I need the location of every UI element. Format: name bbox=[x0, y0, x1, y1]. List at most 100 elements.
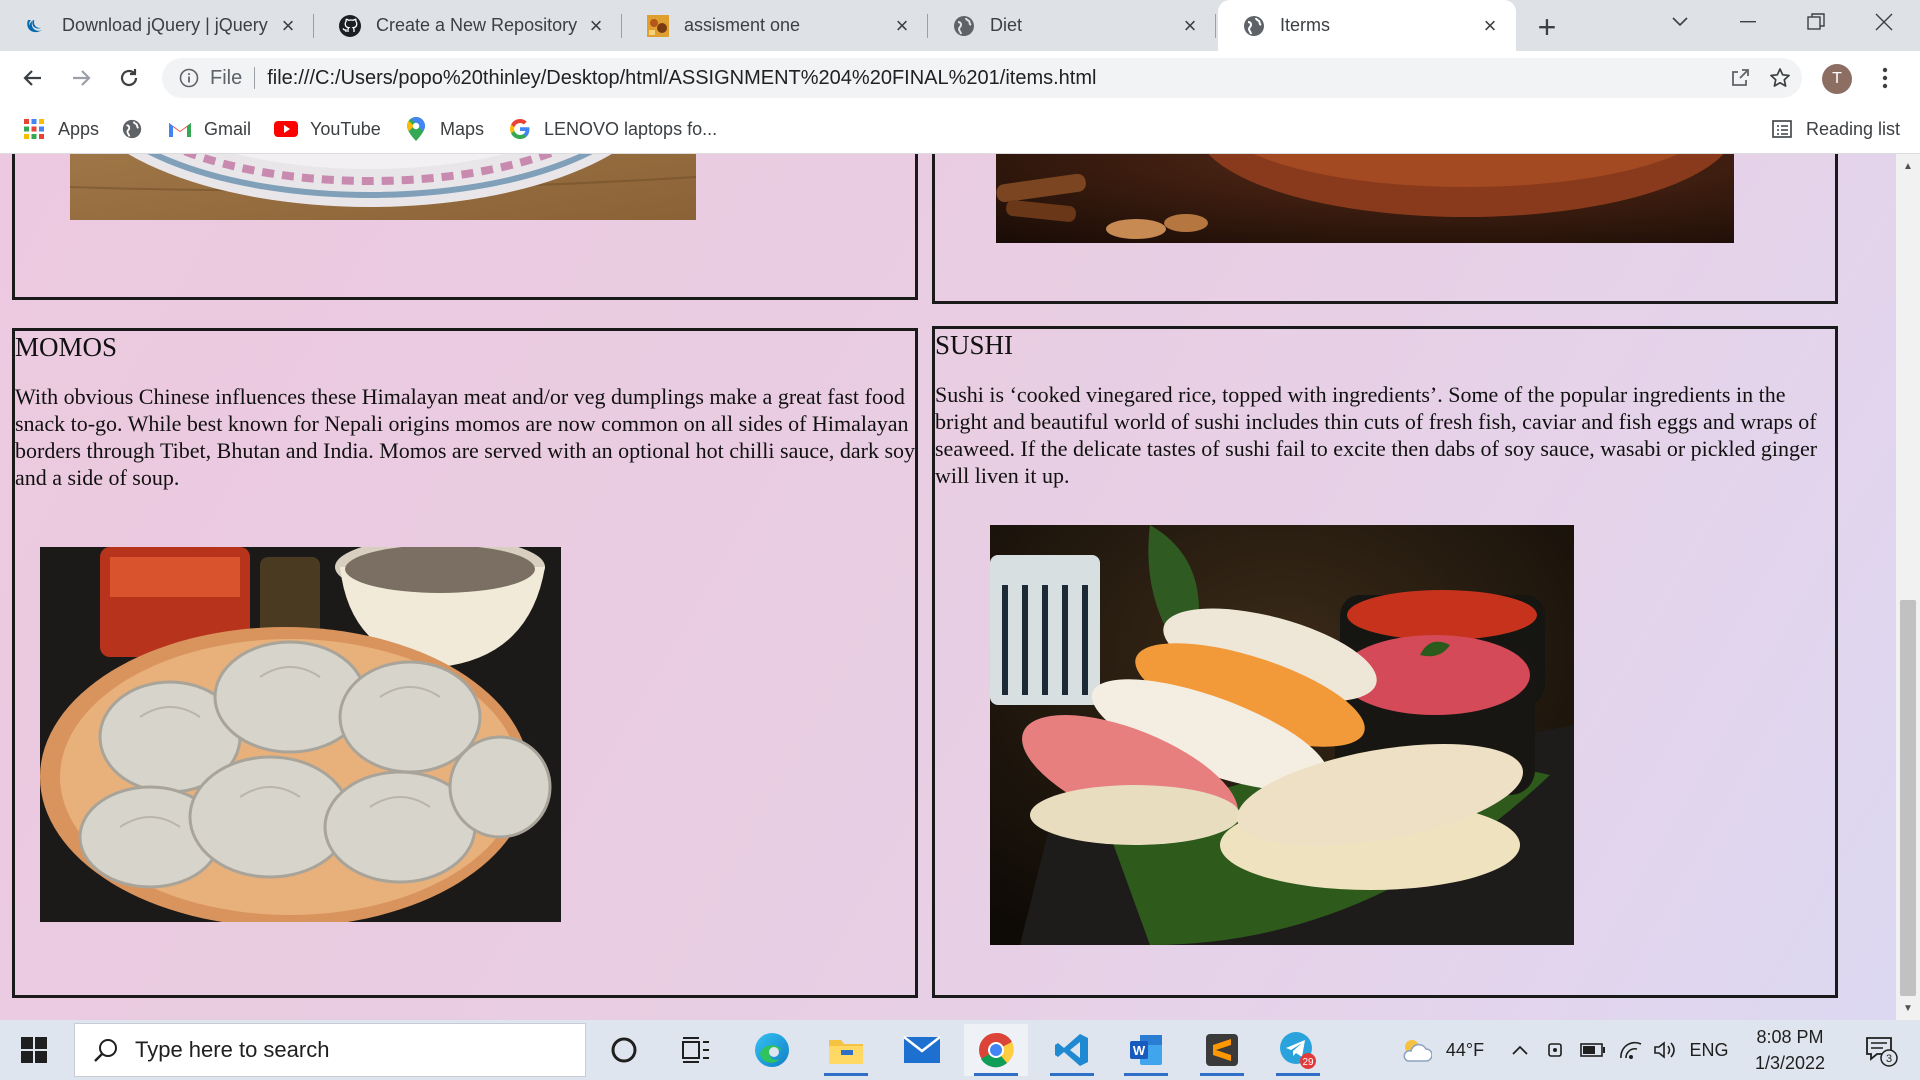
info-icon[interactable] bbox=[178, 67, 200, 89]
search-placeholder: Type here to search bbox=[135, 1037, 330, 1062]
plate-photo bbox=[70, 154, 696, 220]
telegram-icon[interactable]: 29 bbox=[1266, 1024, 1330, 1076]
taskbar-search-box[interactable]: Type here to search bbox=[74, 1023, 586, 1077]
food-card-momos: MOMOS With obvious Chinese influences th… bbox=[12, 328, 918, 998]
cortana-icon[interactable] bbox=[592, 1024, 656, 1076]
tab-title: assisment one bbox=[684, 15, 801, 35]
sushi-photo bbox=[990, 525, 1574, 945]
reading-list-label: Reading list bbox=[1806, 118, 1901, 139]
notification-center-icon[interactable]: 3 bbox=[1856, 1020, 1906, 1080]
clock-date: 1/3/2022 bbox=[1754, 1053, 1826, 1073]
meet-now-icon[interactable] bbox=[1540, 1020, 1570, 1080]
reload-button[interactable] bbox=[110, 59, 148, 97]
close-window-button[interactable] bbox=[1850, 0, 1918, 44]
back-button[interactable] bbox=[14, 59, 52, 97]
weather-cloud-icon[interactable] bbox=[1396, 1020, 1436, 1080]
mail-icon[interactable] bbox=[890, 1024, 954, 1076]
tab-assisment-one[interactable]: assisment one × bbox=[622, 0, 928, 51]
weather-temperature[interactable]: 44°F bbox=[1440, 1020, 1490, 1080]
page-viewport: MOMOS With obvious Chinese influences th… bbox=[0, 154, 1920, 1020]
bookmark-maps[interactable]: Maps bbox=[404, 105, 484, 153]
tab-iterms[interactable]: Iterms × bbox=[1218, 0, 1516, 51]
bookmark-label: YouTube bbox=[310, 118, 381, 139]
url-text[interactable]: file:///C:/Users/popo%20thinley/Desktop/… bbox=[267, 67, 1096, 90]
clock-time: 8:08 PM bbox=[1756, 1027, 1824, 1047]
tab-github[interactable]: Create a New Repository × bbox=[314, 0, 622, 51]
language-indicator[interactable]: ENG bbox=[1686, 1020, 1732, 1080]
volume-icon[interactable] bbox=[1648, 1020, 1682, 1080]
tab-close-icon[interactable]: × bbox=[890, 13, 914, 38]
google-g-icon bbox=[508, 117, 532, 141]
chrome-icon[interactable] bbox=[964, 1024, 1028, 1076]
tab-title: Iterms bbox=[1280, 15, 1331, 35]
scroll-down-arrow-icon[interactable]: ▼ bbox=[1896, 998, 1920, 1018]
tray-chevron-up-icon[interactable] bbox=[1506, 1020, 1534, 1080]
task-view-icon[interactable] bbox=[664, 1024, 728, 1076]
new-tab-button[interactable]: + bbox=[1530, 9, 1564, 45]
jquery-icon bbox=[24, 14, 48, 38]
tab-search-chevron-icon[interactable] bbox=[1646, 0, 1714, 44]
bookmark-apps[interactable]: Apps bbox=[22, 105, 99, 153]
tab-close-icon[interactable]: × bbox=[584, 13, 608, 38]
globe-icon bbox=[952, 14, 976, 38]
card-description: With obvious Chinese influences these Hi… bbox=[15, 384, 916, 490]
gmail-icon bbox=[168, 117, 192, 141]
tab-diet[interactable]: Diet × bbox=[928, 0, 1216, 51]
share-icon[interactable] bbox=[1722, 58, 1758, 98]
minimize-button[interactable] bbox=[1714, 0, 1782, 44]
notification-count: 3 bbox=[1886, 1053, 1892, 1065]
battery-icon[interactable] bbox=[1576, 1020, 1610, 1080]
tab-title: Diet bbox=[990, 15, 1023, 35]
card-description: Sushi is ‘cooked vinegared rice, topped … bbox=[935, 382, 1818, 488]
bookmark-label: Apps bbox=[58, 118, 100, 139]
windows-taskbar: Type here to search W 29 44°F ENG 8:08 P… bbox=[0, 1020, 1920, 1080]
scheme-separator bbox=[254, 67, 256, 89]
tab-close-icon[interactable]: × bbox=[1178, 13, 1202, 38]
momos-photo bbox=[40, 547, 561, 922]
file-explorer-icon[interactable] bbox=[814, 1024, 878, 1076]
windows-start-icon[interactable] bbox=[14, 1032, 54, 1068]
restore-button[interactable] bbox=[1782, 0, 1850, 44]
taskbar-clock[interactable]: 8:08 PM 1/3/2022 bbox=[1740, 1024, 1840, 1076]
wifi-icon[interactable] bbox=[1614, 1020, 1648, 1080]
tab-title: Create a New Repository bbox=[376, 15, 578, 35]
sublime-text-icon[interactable] bbox=[1190, 1024, 1254, 1076]
reading-list-icon bbox=[1770, 117, 1794, 141]
bookmark-label: Gmail bbox=[204, 118, 252, 139]
food-card-previous-left bbox=[12, 154, 918, 300]
globe-icon bbox=[120, 117, 144, 141]
vscode-icon[interactable] bbox=[1040, 1024, 1104, 1076]
dish-photo bbox=[996, 154, 1734, 243]
reading-list-button[interactable]: Reading list bbox=[1770, 105, 1900, 153]
scrollbar-thumb[interactable] bbox=[1900, 600, 1916, 996]
apps-grid-icon bbox=[22, 117, 46, 141]
bookmark-star-icon[interactable] bbox=[1762, 58, 1798, 98]
search-icon bbox=[91, 1035, 121, 1065]
forward-button[interactable] bbox=[62, 59, 100, 97]
telegram-badge: 29 bbox=[1302, 1057, 1314, 1068]
address-bar[interactable]: File file:///C:/Users/popo%20thinley/Des… bbox=[162, 58, 1802, 98]
bookmark-label: Maps bbox=[440, 118, 485, 139]
scroll-up-arrow-icon[interactable]: ▲ bbox=[1896, 156, 1920, 176]
bookmarks-bar: Apps Gmail YouTube Maps LENOVO laptops f… bbox=[0, 105, 1920, 154]
page-thumbnail-icon bbox=[646, 14, 670, 38]
kebab-menu-icon[interactable] bbox=[1870, 63, 1900, 93]
tab-close-icon[interactable]: × bbox=[1478, 13, 1502, 38]
card-title: SUSHI bbox=[935, 330, 1014, 360]
tab-close-icon[interactable]: × bbox=[276, 13, 300, 38]
youtube-icon bbox=[274, 117, 298, 141]
bookmark-youtube[interactable]: YouTube bbox=[274, 105, 381, 153]
scheme-label: File bbox=[210, 66, 243, 89]
food-card-sushi: SUSHI Sushi is ‘cooked vinegared rice, t… bbox=[932, 326, 1838, 998]
bookmark-gmail[interactable]: Gmail bbox=[168, 105, 251, 153]
bookmark-lenovo[interactable]: LENOVO laptops fo... bbox=[508, 105, 717, 153]
word-icon[interactable]: W bbox=[1114, 1024, 1178, 1076]
tab-strip: Download jQuery | jQuery × Create a New … bbox=[0, 0, 1920, 51]
maps-pin-icon bbox=[404, 117, 428, 141]
tab-jquery[interactable]: Download jQuery | jQuery × bbox=[0, 0, 314, 51]
bookmark-label: LENOVO laptops fo... bbox=[544, 118, 718, 139]
edge-icon[interactable] bbox=[740, 1024, 804, 1076]
profile-avatar[interactable]: T bbox=[1822, 64, 1852, 94]
bookmark-globe[interactable] bbox=[120, 105, 156, 153]
github-icon bbox=[338, 14, 362, 38]
